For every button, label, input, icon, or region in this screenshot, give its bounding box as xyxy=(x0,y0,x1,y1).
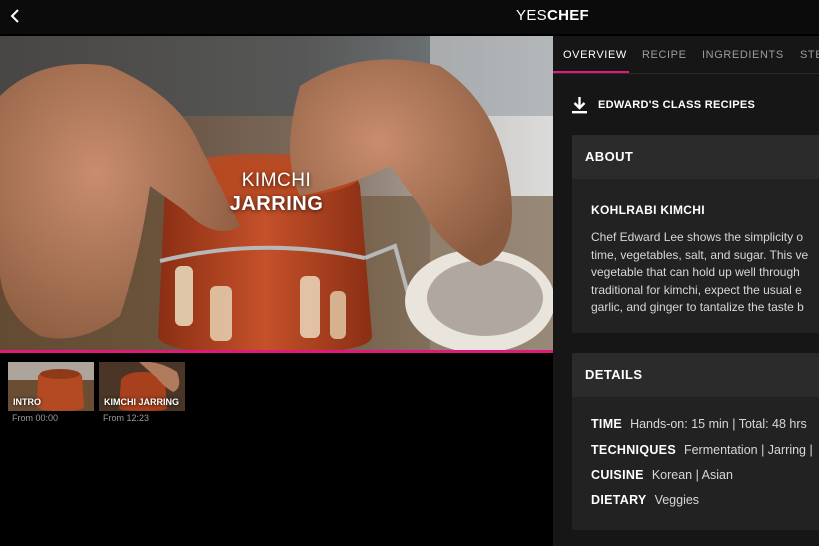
detail-row-cuisine: CUISINE Korean | Asian xyxy=(591,468,733,482)
chapter-time: From 00:00 xyxy=(12,413,59,423)
tab-ingredients[interactable]: INGREDIENTS xyxy=(702,36,784,74)
chapter-time: From 12:23 xyxy=(103,413,150,423)
detail-value: Hands-on: 15 min | Total: 48 hrs xyxy=(630,417,807,431)
brand-part-2: CHEF xyxy=(546,7,589,24)
about-description: Chef Edward Lee shows the simplicity o t… xyxy=(591,229,819,317)
details-card: DETAILS TIME Hands-on: 15 min | Total: 48… xyxy=(572,353,819,530)
detail-value: Korean | Asian xyxy=(651,468,733,482)
chapter-kimchi-jarring[interactable]: KIMCHI JARRING From 12:23 xyxy=(99,362,185,423)
download-label: EDWARD'S CLASS RECIPES xyxy=(598,99,756,111)
detail-row-techniques: TECHNIQUES Fermentation | Jarring | xyxy=(591,443,813,457)
brand-logo: YESCHEF xyxy=(0,7,819,24)
info-panel: OVERVIEW RECIPE INGREDIENTS STE EDWARD'S… xyxy=(553,36,819,546)
video-player[interactable]: KIMCHI JARRING xyxy=(0,36,553,352)
active-tab-indicator xyxy=(553,71,629,73)
about-line: time, vegetables, salt, and sugar. This … xyxy=(591,247,809,262)
video-title-line2: JARRING xyxy=(229,193,324,215)
tab-bar: OVERVIEW RECIPE INGREDIENTS STE xyxy=(553,36,819,74)
brand-part-1: YES xyxy=(516,7,547,24)
about-line: Chef Edward Lee shows the simplicity o xyxy=(591,230,804,244)
about-line: garlic, and ginger to tantalize the tast… xyxy=(591,300,804,314)
about-heading: ABOUT xyxy=(572,135,819,179)
download-recipes-button[interactable]: EDWARD'S CLASS RECIPES xyxy=(571,96,755,114)
detail-key: DIETARY xyxy=(591,493,647,507)
top-bar: YESCHEF xyxy=(0,0,819,34)
video-progress-bar[interactable] xyxy=(0,350,553,353)
about-line: vegetable that can hold up well through xyxy=(591,265,800,279)
detail-row-time: TIME Hands-on: 15 min | Total: 48 hrs xyxy=(591,417,807,431)
detail-key: TECHNIQUES xyxy=(591,443,676,457)
video-title: KIMCHI JARRING xyxy=(0,170,553,216)
chapter-intro[interactable]: INTRO From 00:00 xyxy=(8,362,94,423)
download-icon xyxy=(572,97,587,114)
detail-value: Fermentation | Jarring | xyxy=(683,443,813,457)
detail-key: TIME xyxy=(591,417,623,431)
details-heading: DETAILS xyxy=(572,353,819,397)
tab-steps[interactable]: STE xyxy=(800,36,819,74)
detail-value: Veggies xyxy=(654,493,700,507)
about-recipe-title: KOHLRABI KIMCHI xyxy=(591,203,705,217)
chapter-label: INTRO xyxy=(13,397,41,407)
chapter-label: KIMCHI JARRING xyxy=(104,397,180,407)
detail-row-dietary: DIETARY Veggies xyxy=(591,493,699,507)
tab-recipe[interactable]: RECIPE xyxy=(642,36,687,74)
detail-key: CUISINE xyxy=(591,468,644,482)
video-title-line1: KIMCHI xyxy=(241,170,312,191)
about-card: ABOUT KOHLRABI KIMCHI Chef Edward Lee sh… xyxy=(572,135,819,333)
about-line: traditional for kimchi, expect the usual… xyxy=(591,282,802,297)
tab-overview[interactable]: OVERVIEW xyxy=(563,36,627,74)
